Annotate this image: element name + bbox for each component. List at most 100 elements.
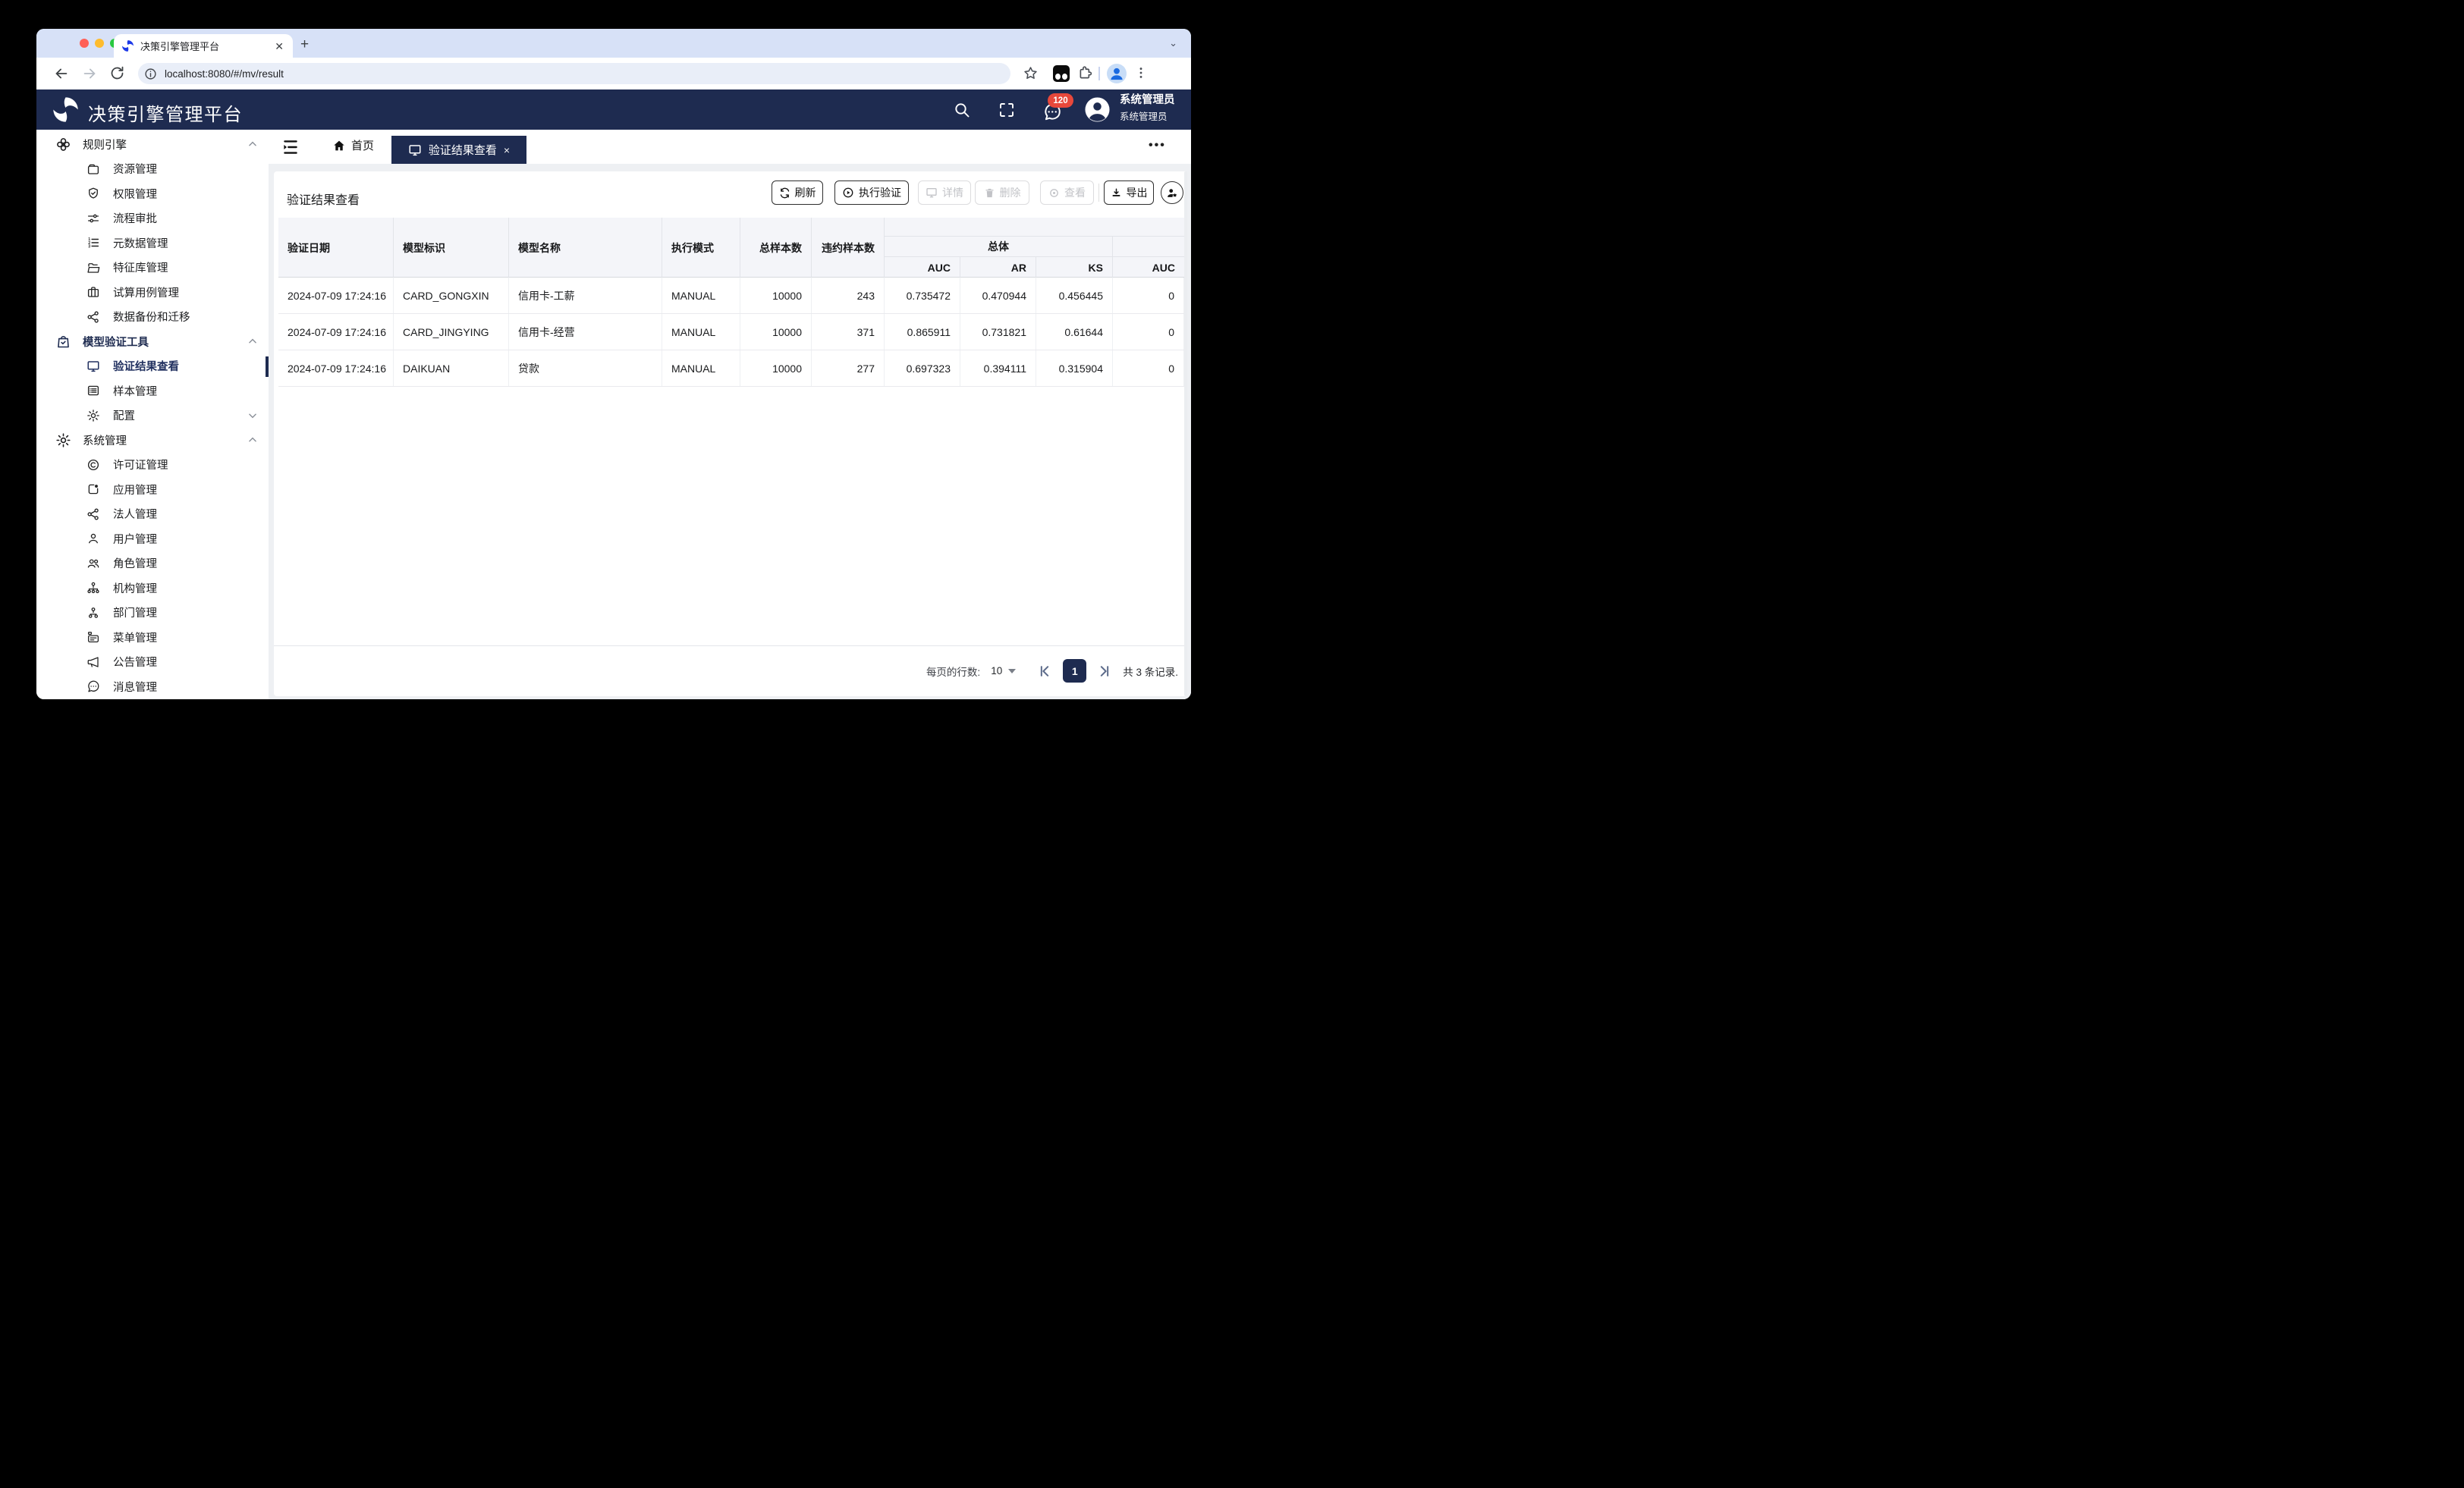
search-icon[interactable] <box>953 101 971 119</box>
export-button[interactable]: 导出 <box>1104 181 1154 205</box>
sliders-icon <box>86 212 100 225</box>
table-row[interactable]: 2024-07-09 17:24:16 CARD_JINGYING 信用卡-经营… <box>278 314 1184 350</box>
address-bar[interactable]: localhost:8080/#/mv/result <box>138 63 1010 84</box>
shield-check-icon <box>86 187 100 200</box>
sidebar-item-metadata[interactable]: 123 元数据管理 <box>36 231 269 256</box>
traffic-light-close[interactable] <box>80 39 89 48</box>
delete-button[interactable]: 删除 <box>975 181 1029 205</box>
sidebar-item-test-case[interactable]: 试算用例管理 <box>36 280 269 305</box>
sidebar-item-menu[interactable]: 菜单管理 <box>36 625 269 650</box>
sidebar-group-rule-engine[interactable]: 规则引擎 <box>36 132 269 157</box>
results-table: 验证日期 模型标识 模型名称 执行模式 总样本数 违约样本数 总体 AUC AR… <box>278 218 1184 387</box>
tab-search-chevron-icon[interactable]: ⌄ <box>1169 37 1177 49</box>
extension-icon-dark[interactable] <box>1053 65 1070 82</box>
result-card: 验证结果查看 刷新 执行验证 详情 删除 查看 导出 验证日期 模型标识 模型名… <box>274 171 1187 696</box>
detail-button[interactable]: 详情 <box>918 181 971 205</box>
group-header-next <box>1113 237 1184 257</box>
app-logo-swirl-icon <box>52 96 80 124</box>
sidebar-item-application[interactable]: 应用管理 <box>36 477 269 502</box>
monitor-icon <box>408 143 422 157</box>
sidebar-item-workflow[interactable]: 流程审批 <box>36 206 269 231</box>
col-header-date[interactable]: 验证日期 <box>278 218 394 278</box>
browser-toolbar: localhost:8080/#/mv/result <box>36 58 1191 89</box>
execute-validation-button[interactable]: 执行验证 <box>834 181 909 205</box>
site-info-icon[interactable] <box>144 67 157 80</box>
view-button[interactable]: 查看 <box>1040 181 1094 205</box>
menu-card-icon <box>86 630 100 644</box>
extensions-puzzle-icon[interactable] <box>1077 65 1093 81</box>
reload-icon[interactable] <box>109 65 126 82</box>
tab-close-icon[interactable]: ✕ <box>273 39 285 53</box>
browser-menu-kebab-icon[interactable] <box>1133 65 1149 80</box>
refresh-button[interactable]: 刷新 <box>772 181 823 205</box>
first-page-icon[interactable] <box>1037 664 1052 679</box>
column-settings-button[interactable] <box>1161 181 1183 204</box>
sidebar-item-role[interactable]: 角色管理 <box>36 551 269 576</box>
table-row[interactable]: 2024-07-09 17:24:16 CARD_GONGXIN 信用卡-工薪 … <box>278 278 1184 314</box>
sidebar-item-sample[interactable]: 样本管理 <box>36 378 269 403</box>
last-page-icon[interactable] <box>1097 664 1112 679</box>
col-header-model-id[interactable]: 模型标识 <box>394 218 509 278</box>
col-header-ar[interactable]: AR <box>960 257 1036 278</box>
toolbar-divider <box>1098 67 1100 80</box>
sidebar-group-system[interactable]: 系统管理 <box>36 428 269 453</box>
user-avatar[interactable] <box>1084 96 1111 123</box>
folder-icon <box>86 162 100 176</box>
col-header-total-samples[interactable]: 总样本数 <box>740 218 812 278</box>
sidebar-item-validation-result[interactable]: 验证结果查看 <box>36 354 269 379</box>
sidebar-item-organization[interactable]: 机构管理 <box>36 576 269 601</box>
sidebar-item-permission[interactable]: 权限管理 <box>36 181 269 206</box>
sidebar-collapse-icon[interactable] <box>281 137 300 157</box>
sidebar-item-announcement[interactable]: 公告管理 <box>36 650 269 675</box>
tab-home[interactable]: 首页 <box>332 137 374 153</box>
sidebar-item-backup[interactable]: 数据备份和迁移 <box>36 305 269 330</box>
browser-tabstrip: 决策引擎管理平台 ✕ + ⌄ <box>36 29 1191 58</box>
app-tabbar: 首页 验证结果查看 × ••• <box>269 130 1191 164</box>
sidebar-item-feature-store[interactable]: 特征库管理 <box>36 256 269 281</box>
back-icon[interactable] <box>53 65 70 82</box>
people-icon <box>86 557 100 570</box>
traffic-light-minimize[interactable] <box>95 39 104 48</box>
fullscreen-icon[interactable] <box>998 101 1016 119</box>
url-text[interactable]: localhost:8080/#/mv/result <box>165 68 284 80</box>
sidebar-item-message[interactable]: 消息管理 <box>36 674 269 699</box>
table-header: 验证日期 模型标识 模型名称 执行模式 总样本数 违约样本数 总体 AUC AR… <box>278 218 1184 278</box>
rows-per-page-select[interactable]: 10 <box>991 665 1017 677</box>
bookmark-star-icon[interactable] <box>1023 65 1039 81</box>
sidebar-item-user[interactable]: 用户管理 <box>36 526 269 551</box>
sidebar-group-model-validation[interactable]: 模型验证工具 <box>36 329 269 354</box>
svg-text:3: 3 <box>88 245 90 250</box>
col-header-model-name[interactable]: 模型名称 <box>509 218 662 278</box>
sidebar-item-department[interactable]: 部门管理 <box>36 601 269 626</box>
page-number-button[interactable]: 1 <box>1063 659 1087 683</box>
tab-more-icon[interactable]: ••• <box>1149 139 1166 152</box>
browser-profile-avatar[interactable] <box>1107 64 1127 83</box>
header-top-band <box>885 218 1184 237</box>
tab-close-icon[interactable]: × <box>504 144 510 156</box>
forward-icon[interactable] <box>81 65 98 82</box>
chevron-up-icon <box>247 336 258 347</box>
chat-dots-icon <box>86 680 100 693</box>
dropdown-arrow-icon <box>1008 668 1017 673</box>
col-header-mode[interactable]: 执行模式 <box>662 218 740 278</box>
sidebar-item-license[interactable]: 许可证管理 <box>36 453 269 478</box>
col-header-ks[interactable]: KS <box>1036 257 1113 278</box>
sidebar-item-config[interactable]: 配置 <box>36 403 269 429</box>
tab-label: 验证结果查看 <box>428 144 497 157</box>
folder-open-icon <box>86 261 100 275</box>
user-block[interactable]: 系统管理员 系统管理员 <box>1120 95 1175 121</box>
gear-icon <box>86 409 100 422</box>
new-tab-button[interactable]: + <box>300 36 309 53</box>
col-header-default-samples[interactable]: 违约样本数 <box>812 218 885 278</box>
sidebar-item-legal-entity[interactable]: 法人管理 <box>36 502 269 527</box>
rows-per-page-label: 每页的行数: <box>926 666 981 678</box>
browser-tab[interactable]: 决策引擎管理平台 ✕ <box>114 34 293 58</box>
org-chart-icon <box>86 581 100 595</box>
col-header-auc[interactable]: AUC <box>885 257 960 278</box>
table-row[interactable]: 2024-07-09 17:24:16 DAIKUAN 贷款 MANUAL 10… <box>278 350 1184 387</box>
briefcase-icon <box>86 285 100 299</box>
sidebar-item-resource[interactable]: 资源管理 <box>36 157 269 182</box>
scrollbar-track[interactable] <box>1184 171 1187 696</box>
col-header-auc2[interactable]: AUC <box>1113 257 1184 278</box>
tab-validation-result[interactable]: 验证结果查看 × <box>391 136 526 164</box>
